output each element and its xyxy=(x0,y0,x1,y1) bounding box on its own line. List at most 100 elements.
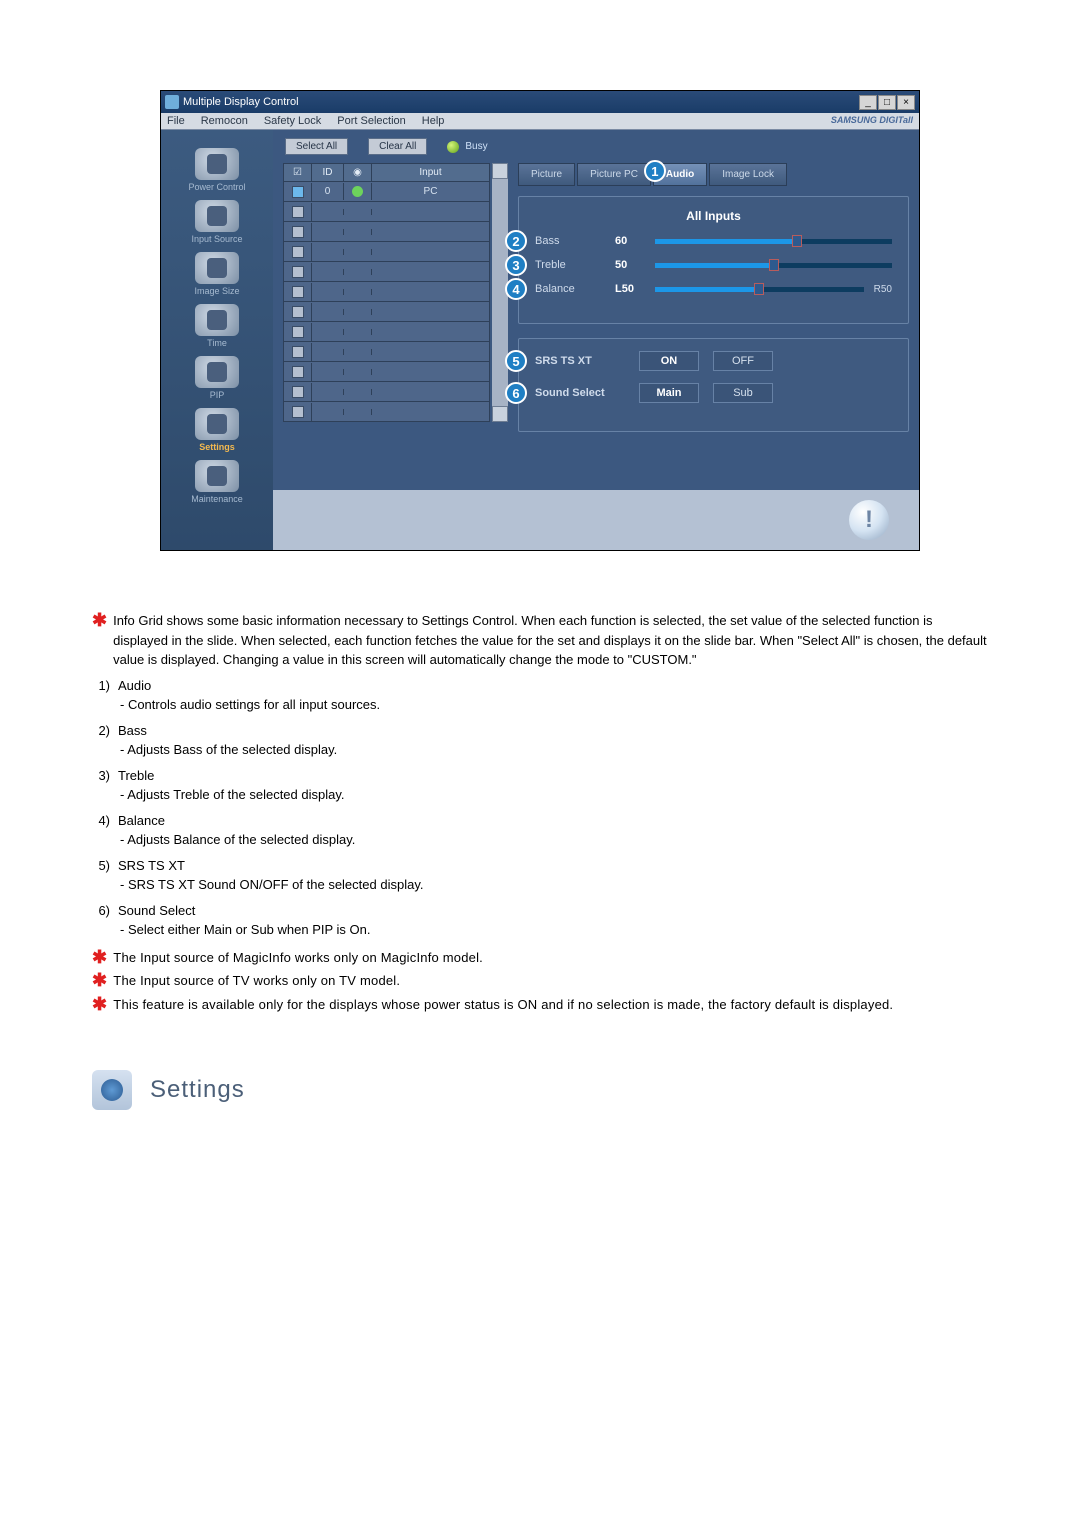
menubar: File Remocon Safety Lock Port Selection … xyxy=(161,113,919,130)
row-checkbox[interactable] xyxy=(292,266,304,278)
minimize-button[interactable]: _ xyxy=(859,95,877,110)
power-icon xyxy=(195,148,239,180)
menu-file[interactable]: File xyxy=(167,115,185,127)
doc-item-4: 4) Balance xyxy=(92,811,988,831)
sidebar-item-maintenance[interactable]: Maintenance xyxy=(165,458,269,506)
footer-bar: ! xyxy=(273,490,919,550)
star-icon: ✱ xyxy=(92,611,107,631)
doc-intro-text: Info Grid shows some basic information n… xyxy=(113,611,988,670)
col-checkbox[interactable]: ☑ xyxy=(284,164,312,181)
grid-body: 0 PC xyxy=(283,182,490,422)
row-checkbox[interactable] xyxy=(292,386,304,398)
srs-on-button[interactable]: ON xyxy=(639,351,699,371)
row-checkbox[interactable] xyxy=(292,346,304,358)
treble-value: 50 xyxy=(615,259,645,271)
close-button[interactable]: × xyxy=(897,95,915,110)
grid-row[interactable] xyxy=(283,242,490,262)
row-checkbox[interactable] xyxy=(292,286,304,298)
grid-row[interactable] xyxy=(283,262,490,282)
grid-row[interactable] xyxy=(283,282,490,302)
slider-thumb[interactable] xyxy=(754,283,764,295)
image-size-icon xyxy=(195,252,239,284)
doc-note-1: ✱ The Input source of MagicInfo works on… xyxy=(92,948,988,968)
callout-3: 3 xyxy=(505,254,527,276)
sidebar-item-power-control[interactable]: Power Control xyxy=(165,146,269,194)
tab-image-lock[interactable]: Image Lock xyxy=(709,163,787,186)
callout-5: 5 xyxy=(505,350,527,372)
grid-row[interactable] xyxy=(283,322,490,342)
row-checkbox[interactable] xyxy=(292,226,304,238)
grid-row[interactable] xyxy=(283,302,490,322)
sidebar-item-image-size[interactable]: Image Size xyxy=(165,250,269,298)
titlebar-left: Multiple Display Control xyxy=(165,95,299,109)
sidebar-item-pip[interactable]: PIP xyxy=(165,354,269,402)
doc-item-3: 3) Treble xyxy=(92,766,988,786)
window-title: Multiple Display Control xyxy=(183,96,299,108)
row-checkbox[interactable] xyxy=(292,246,304,258)
grid-row[interactable] xyxy=(283,362,490,382)
select-all-button[interactable]: Select All xyxy=(285,138,348,155)
srs-off-button[interactable]: OFF xyxy=(713,351,773,371)
star-icon: ✱ xyxy=(92,995,107,1015)
sound-main-button[interactable]: Main xyxy=(639,383,699,403)
sidebar-label: Maintenance xyxy=(191,494,243,504)
slider-thumb[interactable] xyxy=(792,235,802,247)
settings-panel: Picture Picture PC 1 Audio Image Lock Al… xyxy=(508,163,919,490)
row-input: PC xyxy=(372,183,489,200)
treble-slider[interactable] xyxy=(655,263,892,268)
titlebar: Multiple Display Control _ □ × xyxy=(161,91,919,113)
sidebar: Power Control Input Source Image Size Ti… xyxy=(161,130,273,550)
doc-item-5: 5) SRS TS XT xyxy=(92,856,988,876)
clear-all-button[interactable]: Clear All xyxy=(368,138,427,155)
callout-4: 4 xyxy=(505,278,527,300)
grid-row[interactable] xyxy=(283,402,490,422)
settings-heading: Settings xyxy=(92,1070,988,1110)
row-checkbox[interactable] xyxy=(292,326,304,338)
tab-picture-pc[interactable]: Picture PC xyxy=(577,163,651,186)
tab-picture[interactable]: Picture xyxy=(518,163,575,186)
busy-dot-icon xyxy=(447,141,459,153)
main-pane: Select All Clear All Busy ☑ ID xyxy=(273,130,919,550)
grid-row[interactable] xyxy=(283,342,490,362)
bass-slider-row: 2 Bass 60 xyxy=(535,235,892,247)
doc-item-1: 1) Audio xyxy=(92,676,988,696)
maximize-button[interactable]: □ xyxy=(878,95,896,110)
menu-safety-lock[interactable]: Safety Lock xyxy=(264,115,321,127)
content-row: ☑ ID ◉ Input 0 PC xyxy=(273,163,919,490)
menu-port-selection[interactable]: Port Selection xyxy=(337,115,405,127)
bass-slider[interactable] xyxy=(655,239,892,244)
grid-row[interactable] xyxy=(283,382,490,402)
sound-sub-button[interactable]: Sub xyxy=(713,383,773,403)
row-checkbox[interactable] xyxy=(292,186,304,198)
srs-row: 5 SRS TS XT ON OFF xyxy=(535,351,892,371)
treble-slider-row: 3 Treble 50 xyxy=(535,259,892,271)
tab-audio[interactable]: 1 Audio xyxy=(653,163,707,186)
scroll-up-button[interactable] xyxy=(492,163,508,179)
row-checkbox[interactable] xyxy=(292,306,304,318)
balance-slider[interactable] xyxy=(655,287,864,292)
sidebar-item-settings[interactable]: Settings xyxy=(165,406,269,454)
treble-label: Treble xyxy=(535,259,605,271)
alert-icon: ! xyxy=(849,500,889,540)
slider-thumb[interactable] xyxy=(769,259,779,271)
grid-row[interactable]: 0 PC xyxy=(283,182,490,202)
toolbar: Select All Clear All Busy xyxy=(273,130,919,163)
col-input: Input xyxy=(372,164,489,181)
menu-help[interactable]: Help xyxy=(422,115,445,127)
grid-row[interactable] xyxy=(283,222,490,242)
settings-icon xyxy=(195,408,239,440)
grid-row[interactable] xyxy=(283,202,490,222)
panel-header: All Inputs xyxy=(535,209,892,223)
busy-indicator: Busy xyxy=(447,141,487,153)
row-checkbox[interactable] xyxy=(292,366,304,378)
bass-value: 60 xyxy=(615,235,645,247)
sidebar-item-input-source[interactable]: Input Source xyxy=(165,198,269,246)
app-icon xyxy=(165,95,179,109)
menu-remocon[interactable]: Remocon xyxy=(201,115,248,127)
doc-note-2: ✱ The Input source of TV works only on T… xyxy=(92,971,988,991)
sidebar-item-time[interactable]: Time xyxy=(165,302,269,350)
row-checkbox[interactable] xyxy=(292,206,304,218)
scroll-down-button[interactable] xyxy=(492,406,508,422)
callout-6: 6 xyxy=(505,382,527,404)
row-checkbox[interactable] xyxy=(292,406,304,418)
